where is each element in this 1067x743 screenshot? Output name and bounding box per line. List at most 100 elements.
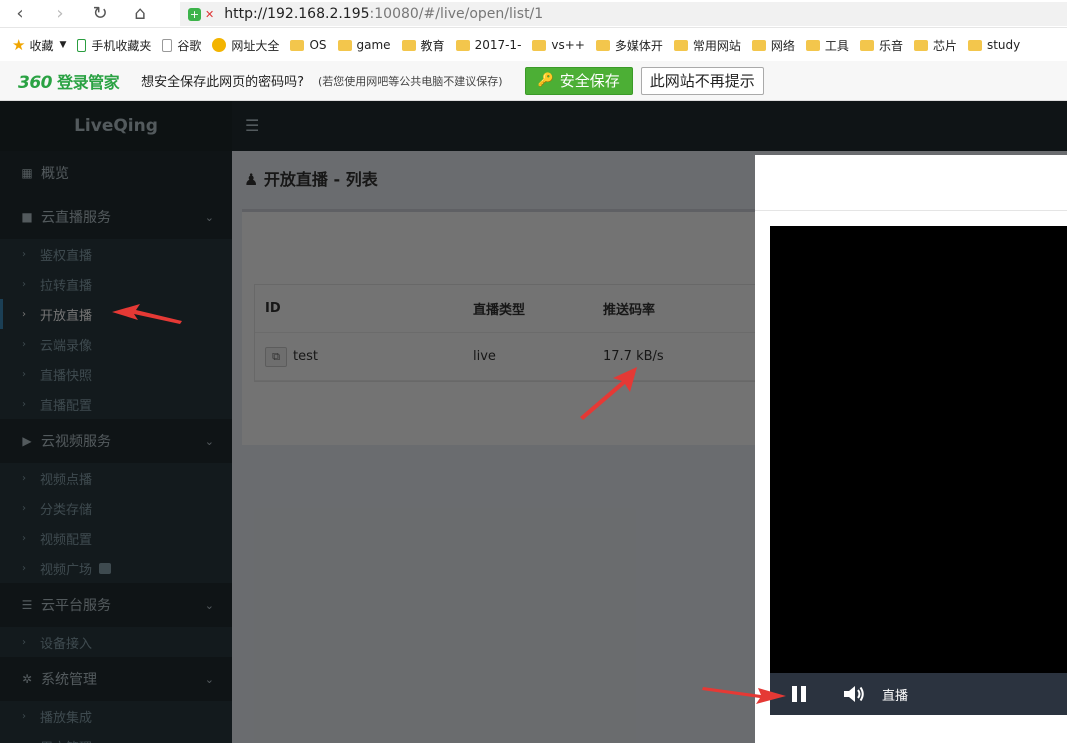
sidebar-item[interactable]: › 开放直播 xyxy=(0,299,232,329)
url-path: :10080/#/live/open/list/1 xyxy=(369,6,544,22)
sidebar-item-label: 直播配置 xyxy=(40,398,93,414)
stream-table: ID 直播类型 推送码率 ⧉ test live 17.7 kB/s xyxy=(254,284,794,382)
chevron-right-icon: › xyxy=(22,338,26,350)
sidebar-item[interactable]: › 直播配置 xyxy=(0,389,232,419)
chevron-right-icon: › xyxy=(22,472,26,484)
chevron-right-icon: › xyxy=(22,248,26,260)
sidebar-item-label: 拉转直播 xyxy=(40,278,93,294)
brand-logo[interactable]: LiveQing xyxy=(0,101,232,151)
bookmark-label: 网络 xyxy=(770,38,795,53)
row-id: test xyxy=(293,349,318,364)
chevron-right-icon: › xyxy=(22,368,26,380)
server-icon: ☰ xyxy=(21,598,33,612)
sidebar-section-label: 概览 xyxy=(41,166,69,182)
sidebar-item-label: 鉴权直播 xyxy=(40,248,93,264)
bookmark-item[interactable]: 教育 xyxy=(401,37,445,54)
home-button[interactable]: ⌂ xyxy=(120,0,160,28)
bookmark-item[interactable]: 网络 xyxy=(751,37,795,54)
sidebar-section[interactable]: ■ 云直播服务 ⌄ xyxy=(0,195,232,239)
refresh-button[interactable]: ↻ xyxy=(80,0,120,28)
folder-icon xyxy=(401,39,416,51)
bookmark-item[interactable]: 芯片 xyxy=(913,37,957,54)
sidebar-section[interactable]: ✲ 系统管理 ⌄ xyxy=(0,657,232,701)
bookmark-item[interactable]: 网址大全 xyxy=(212,37,279,54)
sidebar-item[interactable]: › 设备接入 xyxy=(0,627,232,657)
folder-icon xyxy=(673,39,688,51)
sidebar-section[interactable]: ▦ 概览 xyxy=(0,151,232,195)
player-modal: 直播 xyxy=(755,155,1067,743)
folder-icon xyxy=(337,39,352,51)
page-icon xyxy=(162,38,173,52)
video-player[interactable]: 直播 xyxy=(770,226,1067,715)
bookmark-item[interactable]: 常用网站 xyxy=(673,37,741,54)
menu-toggle-icon[interactable]: ☰ xyxy=(245,116,259,135)
sidebar-item-label: 直播快照 xyxy=(40,368,93,384)
bookmark-item[interactable]: 多媒体开 xyxy=(595,37,663,54)
copy-icon[interactable]: ⧉ xyxy=(265,346,287,367)
folder-icon xyxy=(455,39,470,51)
sidebar-item[interactable]: › 分类存储 xyxy=(0,493,232,523)
list-box: ID 直播类型 推送码率 ⧉ test live 17.7 kB/s xyxy=(242,209,802,445)
bookmark-item[interactable]: game xyxy=(337,38,391,52)
bookmark-label: 谷歌 xyxy=(177,38,202,53)
pause-button[interactable] xyxy=(792,686,806,702)
browser-toolbar: ‹ › ↻ ⌂ + ✕ http://192.168.2.195 :10080/… xyxy=(0,0,1067,28)
dashboard-icon: ▦ xyxy=(21,166,33,180)
forward-button[interactable]: › xyxy=(40,0,80,28)
video-camera-icon: ■ xyxy=(21,210,33,224)
bookmark-item[interactable]: OS xyxy=(290,38,327,52)
bookmark-item[interactable]: vs++ xyxy=(532,38,585,52)
sidebar-item[interactable]: › 播放集成 xyxy=(0,701,232,731)
bookmark-item[interactable]: 乐音 xyxy=(859,37,903,54)
sidebar-section-label: 云平台服务 xyxy=(41,598,111,614)
bookmark-label: 常用网站 xyxy=(692,38,741,53)
sidebar-item[interactable]: › 视频点播 xyxy=(0,463,232,493)
sidebar-item[interactable]: › 鉴权直播 xyxy=(0,239,232,269)
folder-icon xyxy=(532,39,547,51)
external-link-icon xyxy=(99,562,112,574)
dropdown-caret-icon[interactable]: ▼ xyxy=(59,40,66,50)
bookmark-label: 2017-1- xyxy=(474,38,522,52)
bookmark-label: 乐音 xyxy=(878,38,903,53)
live-indicator: 直播 xyxy=(882,688,909,704)
row-type: live xyxy=(473,349,496,364)
sidebar-item[interactable]: › 视频配置 xyxy=(0,523,232,553)
bookmark-item[interactable]: 手机收藏夹 xyxy=(77,37,151,54)
bookmark-label: 教育 xyxy=(420,38,445,53)
volume-icon[interactable] xyxy=(844,685,866,703)
insecure-lock-icon: ✕ xyxy=(205,7,215,21)
sidebar-item-label: 开放直播 xyxy=(40,308,93,324)
sidebar-section[interactable]: ▶ 云视频服务 ⌄ xyxy=(0,419,232,463)
safe-save-button[interactable]: 🔑 安全保存 xyxy=(524,66,633,95)
sidebar-item[interactable]: › 拉转直播 xyxy=(0,269,232,299)
address-bar[interactable]: + ✕ http://192.168.2.195 :10080/#/live/o… xyxy=(180,2,1067,26)
chevron-right-icon: › xyxy=(22,710,26,722)
sidebar-item[interactable]: › 直播快照 xyxy=(0,359,232,389)
bookmark-item[interactable]: study xyxy=(967,38,1021,52)
back-button[interactable]: ‹ xyxy=(0,0,40,28)
chevron-down-icon: ⌄ xyxy=(204,598,214,612)
bookmark-item[interactable]: 工具 xyxy=(805,37,849,54)
bookmark-label: 收藏 xyxy=(29,38,54,53)
bookmark-item[interactable]: 2017-1- xyxy=(455,38,522,52)
sidebar-item[interactable]: › 云端录像 xyxy=(0,329,232,359)
chevron-down-icon: ⌄ xyxy=(204,672,214,686)
bookmark-item[interactable]: ★ 收藏 ▼ xyxy=(12,36,66,54)
sidebar-item-label: 视频配置 xyxy=(40,532,93,548)
bookmark-item[interactable]: 谷歌 xyxy=(162,37,201,54)
table-row[interactable]: ⧉ test live 17.7 kB/s xyxy=(255,333,793,381)
bookmark-label: study xyxy=(986,38,1021,52)
column-header-type[interactable]: 直播类型 xyxy=(473,299,603,318)
never-prompt-button[interactable]: 此网站不再提示 xyxy=(640,66,764,95)
sidebar-item[interactable]: ›用户管理 xyxy=(0,731,232,743)
chevron-right-icon: › xyxy=(22,532,26,544)
chevron-right-icon: › xyxy=(22,308,26,320)
app-header: LiveQing ☰ xyxy=(0,101,1067,151)
table-header-row: ID 直播类型 推送码率 xyxy=(255,285,793,333)
sidebar-section[interactable]: ☰ 云平台服务 ⌄ xyxy=(0,583,232,627)
sidebar-item[interactable]: › 视频广场 xyxy=(0,553,232,583)
bookmark-label: vs++ xyxy=(551,38,585,52)
folder-icon xyxy=(859,39,874,51)
column-header-id[interactable]: ID xyxy=(255,301,473,316)
star-icon: ★ xyxy=(12,36,26,54)
